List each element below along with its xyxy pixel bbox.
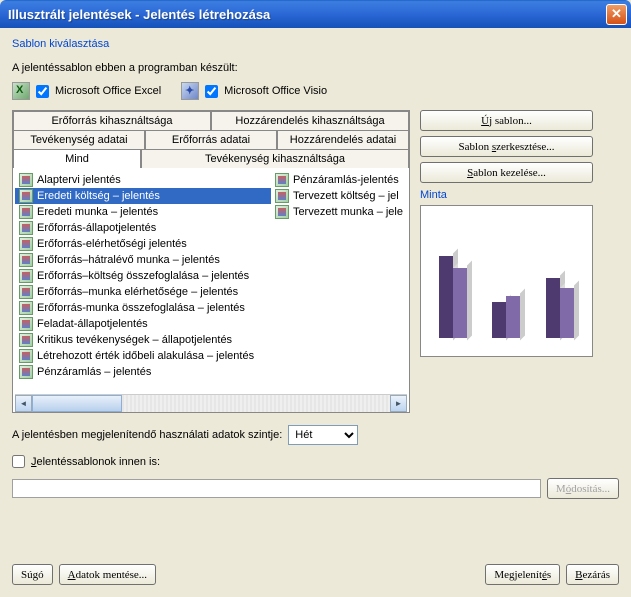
list-item[interactable]: Pénzáramlás – jelentés (15, 364, 271, 380)
visio-label: Microsoft Office Visio (224, 85, 327, 97)
report-icon (19, 221, 33, 235)
tab-task-data[interactable]: Tevékenység adatai (13, 130, 145, 149)
manage-template-button[interactable]: Sablon kezelése... (420, 162, 593, 183)
report-icon (19, 301, 33, 315)
list-item-label: Tervezett költség – jel (293, 190, 399, 202)
excel-checkbox[interactable] (36, 85, 49, 98)
close-button[interactable]: Bezárás (566, 564, 619, 585)
report-icon (275, 173, 289, 187)
tab-assignment-usage[interactable]: Hozzárendelés kihasználtsága (211, 111, 409, 130)
list-item[interactable]: Feladat-állapotjelentés (15, 316, 271, 332)
report-icon (19, 333, 33, 347)
section-title: Sablon kiválasztása (12, 38, 619, 50)
report-icon (19, 205, 33, 219)
list-item-label: Eredeti költség – jelentés (37, 190, 160, 202)
list-item[interactable]: Erőforrás–költség összefoglalása – jelen… (15, 268, 271, 284)
usage-level-select[interactable]: Hét (288, 425, 358, 445)
save-data-button[interactable]: Adatok mentése... (59, 564, 156, 585)
list-item-label: Kritikus tevékenységek – állapotjelentés (37, 334, 232, 346)
preview-box (420, 205, 593, 357)
list-item[interactable]: Erőforrás–hátralévő munka – jelentés (15, 252, 271, 268)
template-list: Alaptervi jelentés Eredeti költség – jele… (15, 172, 407, 394)
list-item-label: Alaptervi jelentés (37, 174, 121, 186)
visio-icon (181, 82, 199, 100)
help-button[interactable]: Súgó (12, 564, 53, 585)
list-item-label: Feladat-állapotjelentés (37, 318, 148, 330)
chart-bar (506, 296, 520, 338)
list-item[interactable]: Tervezett munka – jele (271, 204, 407, 220)
tab-resource-usage[interactable]: Erőforrás kihasználtsága (13, 111, 211, 130)
horizontal-scrollbar[interactable]: ◄ ► (15, 394, 407, 411)
list-item[interactable]: Pénzáramlás-jelentés (271, 172, 407, 188)
tab-resource-data[interactable]: Erőforrás adatai (145, 130, 277, 149)
new-template-button[interactable]: Új sablon... (420, 110, 593, 131)
chart-bar (492, 302, 506, 338)
report-icon (19, 189, 33, 203)
excel-icon (12, 82, 30, 100)
templates-from-label: Jelentéssablonok innen is: (31, 456, 160, 468)
list-item-label: Erőforrás–hátralévő munka – jelentés (37, 254, 220, 266)
scroll-left-icon[interactable]: ◄ (15, 395, 32, 412)
list-item[interactable]: Erőforrás-munka összefoglalása – jelenté… (15, 300, 271, 316)
preview-label: Minta (420, 189, 619, 201)
scroll-track[interactable] (32, 395, 390, 412)
list-item-label: Létrehozott érték időbeli alakulása – je… (37, 350, 254, 362)
report-icon (19, 317, 33, 331)
list-item-label: Tervezett munka – jele (293, 206, 403, 218)
scroll-thumb[interactable] (32, 395, 122, 412)
list-item[interactable]: Erőforrás–munka elérhetősége – jelentés (15, 284, 271, 300)
report-icon (19, 269, 33, 283)
chart-bar (546, 278, 560, 338)
list-item-label: Erőforrás-munka összefoglalása – jelenté… (37, 302, 245, 314)
tab-task-usage[interactable]: Tevékenység kihasználtsága (141, 149, 409, 168)
report-icon (19, 349, 33, 363)
list-item[interactable]: Eredeti munka – jelentés (15, 204, 271, 220)
chart-bar (439, 256, 453, 338)
visio-checkbox[interactable] (205, 85, 218, 98)
list-item[interactable]: Erőforrás-állapotjelentés (15, 220, 271, 236)
list-item-label: Pénzáramlás – jelentés (37, 366, 151, 378)
report-icon (275, 205, 289, 219)
list-item[interactable]: Létrehozott érték időbeli alakulása – je… (15, 348, 271, 364)
list-item[interactable]: Erőforrás-elérhetőségi jelentés (15, 236, 271, 252)
close-icon[interactable]: ✕ (606, 4, 627, 25)
templates-path-input[interactable] (12, 479, 541, 498)
list-item[interactable]: Alaptervi jelentés (15, 172, 271, 188)
edit-template-button[interactable]: Sablon szerkesztése... (420, 136, 593, 157)
chart-bar (453, 268, 467, 338)
list-item[interactable]: Kritikus tevékenységek – állapotjelentés (15, 332, 271, 348)
list-item-label: Eredeti munka – jelentés (37, 206, 158, 218)
list-item[interactable]: Eredeti költség – jelentés (15, 188, 271, 204)
excel-label: Microsoft Office Excel (55, 85, 161, 97)
list-item-label: Erőforrás-állapotjelentés (37, 222, 156, 234)
list-item-label: Erőforrás–munka elérhetősége – jelentés (37, 286, 238, 298)
report-icon (19, 253, 33, 267)
list-item-label: Erőforrás-elérhetőségi jelentés (37, 238, 187, 250)
chart-bar (560, 288, 574, 338)
report-icon (275, 189, 289, 203)
tab-assignment-data[interactable]: Hozzárendelés adatai (277, 130, 409, 149)
list-item[interactable]: Tervezett költség – jel (271, 188, 407, 204)
tabs-container: Erőforrás kihasználtsága Hozzárendelés k… (12, 110, 410, 413)
list-item-label: Pénzáramlás-jelentés (293, 174, 399, 186)
report-icon (19, 173, 33, 187)
window-title: Illusztrált jelentések - Jelentés létreh… (8, 7, 606, 22)
template-source-label: A jelentéssablon ebben a programban kész… (12, 62, 619, 74)
report-icon (19, 237, 33, 251)
report-icon (19, 365, 33, 379)
scroll-right-icon[interactable]: ► (390, 395, 407, 412)
tab-all[interactable]: Mind (13, 149, 141, 168)
show-button[interactable]: Megjelenítés (485, 564, 560, 585)
titlebar: Illusztrált jelentések - Jelentés létreh… (0, 0, 631, 28)
usage-level-label: A jelentésben megjelenítendő használati … (12, 429, 282, 441)
report-icon (19, 285, 33, 299)
list-item-label: Erőforrás–költség összefoglalása – jelen… (37, 270, 249, 282)
modify-button[interactable]: Módosítás... (547, 478, 619, 499)
templates-from-checkbox[interactable] (12, 455, 25, 468)
